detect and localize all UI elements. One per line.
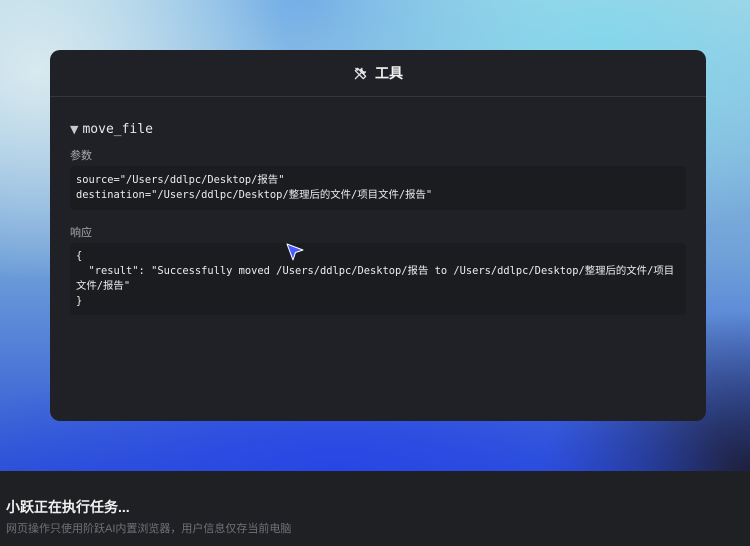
params-block: source="/Users/ddlpc/Desktop/报告" destinat… — [70, 166, 686, 210]
response-line: "result": "Successfully moved /Users/ddl… — [76, 265, 675, 292]
panel-title: 工具 — [375, 65, 403, 81]
params-line: source="/Users/ddlpc/Desktop/报告" — [76, 174, 285, 186]
function-toggle[interactable]: ▼ move_file — [70, 121, 686, 137]
tool-panel: 工具 ▼ move_file 参数 source="/Users/ddlpc/D… — [50, 50, 706, 421]
status-title: 小跃正在执行任务... — [6, 499, 130, 515]
status-footer: 小跃正在执行任务... 网页操作只使用阶跃AI内置浏览器，用户信息仅存当前电脑 — [0, 471, 750, 546]
params-line: destination="/Users/ddlpc/Desktop/整理后的文件… — [76, 189, 433, 201]
response-block: { "result": "Successfully moved /Users/d… — [70, 243, 686, 315]
status-subtitle: 网页操作只使用阶跃AI内置浏览器，用户信息仅存当前电脑 — [6, 523, 292, 535]
triangle-down-icon: ▼ — [70, 122, 79, 136]
params-label: 参数 — [70, 150, 92, 162]
response-label: 响应 — [70, 227, 92, 239]
function-name: move_file — [82, 121, 153, 137]
panel-header: 工具 — [50, 50, 706, 97]
tools-icon — [353, 66, 368, 81]
response-line: } — [76, 295, 83, 307]
response-line: { — [76, 250, 83, 262]
panel-body: ▼ move_file 参数 source="/Users/ddlpc/Desk… — [50, 97, 706, 315]
cursor-arrow-icon — [286, 243, 304, 261]
